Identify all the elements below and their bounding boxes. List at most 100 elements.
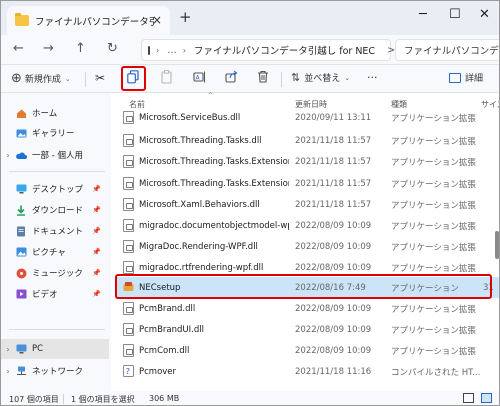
refresh-icon[interactable]: ↻ <box>107 41 118 56</box>
chevron-right-icon[interactable]: › <box>1 367 15 376</box>
table-row[interactable]: MigraDoc.Rendering-WPF.dll 2022/08/09 10… <box>115 236 499 257</box>
chevron-right-icon: › <box>182 45 186 55</box>
table-row[interactable]: migradoc.documentobjectmodel-wpf.dll 202… <box>115 215 499 236</box>
dll-file-icon <box>123 261 134 274</box>
forward-arrow-icon[interactable]: → <box>43 41 54 56</box>
selection-size: 306 MB <box>149 394 180 403</box>
rename-button[interactable]: A <box>193 70 207 84</box>
cloud-icon <box>15 149 27 161</box>
sort-up-icon: ⌃ <box>207 91 214 100</box>
music-icon <box>15 267 27 279</box>
sidebar-item-label: ビデオ <box>32 290 58 300</box>
dll-file-icon <box>123 111 134 124</box>
share-button[interactable] <box>225 70 238 83</box>
vertical-scrollbar[interactable] <box>495 231 499 259</box>
pin-icon[interactable]: 📌 <box>92 290 101 298</box>
minimize-button[interactable]: ─ <box>419 7 427 22</box>
sidebar-divider <box>9 329 105 330</box>
sidebar-item-downloads[interactable]: ダウンロード 📌 <box>1 200 109 220</box>
video-icon <box>15 288 27 300</box>
details-button[interactable]: 詳細 <box>449 71 483 84</box>
sidebar-item-label: 一部 - 個人用 <box>32 151 83 161</box>
close-button[interactable]: ✕ <box>479 7 490 22</box>
sidebar-item-label: ピクチャ <box>32 248 66 258</box>
explorer-window: ファイナルパソコンデータ引越し for NEC × + ─ ☐ ✕ ← → ↑ … <box>0 0 500 406</box>
breadcrumb-separator[interactable]: > <box>387 45 395 56</box>
table-row[interactable]: Microsoft.Threading.Tasks.Extensions.dll… <box>115 173 499 194</box>
table-row[interactable]: Microsoft.Threading.Tasks.dll 2021/11/18… <box>115 130 499 151</box>
sidebar-divider <box>9 171 105 172</box>
rename-icon: A <box>193 71 205 83</box>
dll-file-icon <box>123 240 134 253</box>
dll-file-icon <box>123 134 134 147</box>
table-row[interactable]: Microsoft.Threading.Tasks.Extensions.De.… <box>115 151 499 172</box>
address-input[interactable]: › … › ファイナルパソコンデータ引越し for NEC > <box>141 39 395 61</box>
sort-button[interactable]: ⇅ 並べ替え ⌄ <box>291 71 350 84</box>
dll-file-icon <box>123 219 134 232</box>
plus-icon: ⊕ <box>11 71 22 86</box>
more-options-button[interactable]: ··· <box>367 71 378 84</box>
table-row[interactable]: ? Pcmover 2021/11/18 11:16 コンパイルされた HT..… <box>115 361 499 382</box>
pin-icon[interactable]: 📌 <box>92 227 101 235</box>
network-icon <box>15 365 27 377</box>
file-list: ⌃ 名前 更新日時 種類 サイズ Microsoft.ServiceBus.dl… <box>111 91 499 391</box>
document-icon <box>15 225 27 237</box>
pin-icon[interactable]: 📌 <box>92 248 101 256</box>
tab-close-button[interactable]: × <box>152 13 162 27</box>
computer-icon <box>15 343 27 355</box>
sidebar-item-label: ドキュメント <box>32 227 84 237</box>
necsetup-highlight-frame <box>115 274 492 299</box>
up-arrow-icon[interactable]: ↑ <box>75 41 86 56</box>
table-row[interactable]: PcmCom.dll 2022/08/09 10:09 アプリケーション拡張 <box>115 340 499 361</box>
breadcrumb-more[interactable]: … <box>167 45 177 56</box>
details-view-icon[interactable] <box>463 393 474 403</box>
sidebar-item-label: デスクトップ <box>32 185 84 195</box>
large-icons-view-icon[interactable] <box>481 393 492 403</box>
table-row[interactable]: Microsoft.Xaml.Behaviors.dll 2021/11/18 … <box>115 194 499 215</box>
sidebar-item-gallery[interactable]: ギャラリー <box>1 123 109 143</box>
sidebar-item-home[interactable]: ホーム <box>1 103 109 123</box>
chevron-right-icon[interactable]: › <box>1 151 15 160</box>
chevron-right-icon[interactable]: › <box>1 345 15 354</box>
sidebar-item-documents[interactable]: ドキュメント 📌 <box>1 221 109 241</box>
table-row[interactable]: PcmBrand.dll 2022/08/09 10:09 アプリケーション拡張 <box>115 298 499 319</box>
sidebar-item-pc[interactable]: › PC <box>1 339 109 359</box>
computer-icon <box>148 45 150 55</box>
back-arrow-icon[interactable]: ← <box>13 41 24 56</box>
help-file-icon: ? <box>123 365 134 378</box>
svg-text:?: ? <box>126 367 130 376</box>
sidebar-item-desktop[interactable]: デスクトップ 📌 <box>1 179 109 199</box>
pin-icon[interactable]: 📌 <box>92 185 101 193</box>
sidebar-item-pictures[interactable]: ピクチャ 📌 <box>1 242 109 262</box>
chevron-right-icon: › <box>156 45 160 55</box>
table-row[interactable]: PcmBrandUI.dll 2022/08/09 10:09 アプリケーション… <box>115 319 499 340</box>
sidebar-item-videos[interactable]: ビデオ 📌 <box>1 284 109 304</box>
new-tab-button[interactable]: + <box>179 8 192 26</box>
table-row[interactable]: Microsoft.ServiceBus.dll 2020/09/11 13:1… <box>115 107 499 128</box>
breadcrumb-folder[interactable]: ファイナルパソコンデータ引越し for NEC <box>194 43 375 57</box>
cut-button[interactable]: ✂ <box>95 71 105 85</box>
search-input[interactable]: ファイナルパソコンデータ引越 <box>395 39 499 61</box>
status-bar: 107 個の項目 1 個の項目を選択 306 MB <box>1 391 499 405</box>
desktop-icon <box>15 183 27 195</box>
paste-button[interactable] <box>161 70 172 84</box>
scissors-icon: ✂ <box>95 71 106 85</box>
delete-button[interactable] <box>257 70 269 83</box>
new-button[interactable]: ⊕ 新規作成 ⌄ <box>11 71 71 86</box>
dll-file-icon <box>123 155 134 168</box>
sidebar-item-onedrive[interactable]: › 一部 - 個人用 <box>1 145 109 165</box>
pin-icon[interactable]: 📌 <box>92 269 101 277</box>
sidebar-item-label: PC <box>32 344 44 354</box>
sidebar-item-music[interactable]: ミュージック 📌 <box>1 263 109 283</box>
sidebar-item-network[interactable]: › ネットワーク <box>1 361 109 381</box>
pin-icon[interactable]: 📌 <box>92 206 101 214</box>
picture-icon <box>15 246 27 258</box>
toolbar-divider <box>281 72 282 87</box>
folder-icon <box>15 13 29 26</box>
maximize-button[interactable]: ☐ <box>449 7 461 22</box>
tab-bar: ファイナルパソコンデータ引越し for NEC × + ─ ☐ ✕ <box>1 1 499 35</box>
sort-icon: ⇅ <box>291 71 301 84</box>
item-count: 107 個の項目 <box>9 395 59 404</box>
tab-folder[interactable]: ファイナルパソコンデータ引越し for NEC × <box>7 6 170 35</box>
sidebar-item-label: ギャラリー <box>32 129 75 139</box>
